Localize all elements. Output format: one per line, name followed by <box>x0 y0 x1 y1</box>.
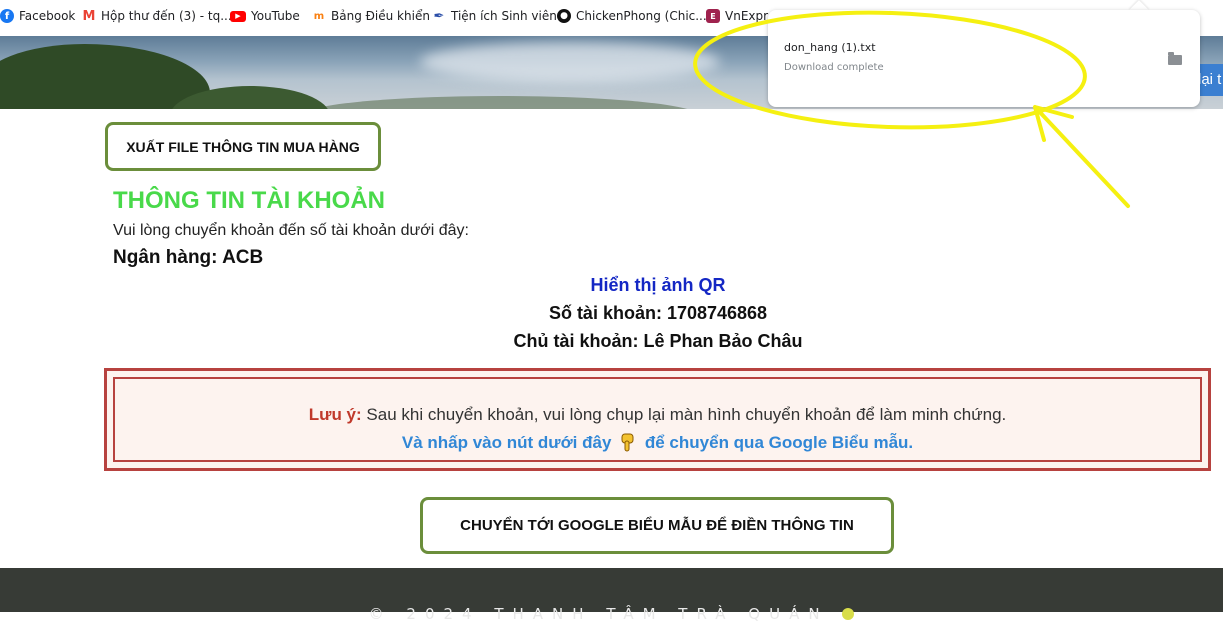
note-label: Lưu ý: <box>308 405 362 424</box>
account-owner: Chủ tài khoản: Lê Phan Bảo Châu <box>513 331 803 351</box>
bank-name: Ngân hàng: ACB <box>113 247 264 268</box>
transfer-instruction: Vui lòng chuyển khoản đến số tài khoản d… <box>113 222 469 239</box>
note-link-text-before: Và nhấp vào nút dưới đây <box>401 433 612 452</box>
note-link-line: Và nhấp vào nút dưới đây để chuyển qua G… <box>115 432 1200 453</box>
highlight-arrow <box>1033 105 1130 208</box>
folder-icon[interactable] <box>1168 52 1182 65</box>
bookmark-facebook[interactable]: f Facebook <box>0 9 75 23</box>
go-to-google-form-button[interactable]: CHUYỂN TỚI GOOGLE BIỂU MẪU ĐỂ ĐIỀN THÔNG… <box>420 497 894 554</box>
note-line: Lưu ý: Sau khi chuyển khoản, vui lòng ch… <box>115 405 1200 425</box>
bookmark-student-utilities[interactable]: ✒ Tiện ích Sinh viên <box>432 8 557 24</box>
moodle-icon: m <box>313 10 325 22</box>
account-info-title: THÔNG TIN TÀI KHOẢN <box>113 187 385 214</box>
youtube-icon: ▶ <box>230 10 246 22</box>
facebook-icon: f <box>0 9 14 23</box>
vnexpress-icon: E <box>706 9 720 23</box>
download-status: Download complete <box>784 62 884 73</box>
show-qr-link[interactable]: Hiển thị ảnh QR <box>0 275 1223 296</box>
bookmark-dashboard[interactable]: m Bảng Điều khiển <box>312 9 430 23</box>
export-purchase-info-button[interactable]: XUẤT FILE THÔNG TIN MUA HÀNG <box>105 122 381 171</box>
account-number: Số tài khoản: 1708746868 <box>548 303 768 323</box>
footer: © 2024 THANH TÂM TRÀ QUÁN <box>0 568 1223 623</box>
download-filename[interactable]: don_hang (1).txt <box>784 41 876 54</box>
download-popup: don_hang (1).txt Download complete <box>768 10 1200 107</box>
github-icon: ● <box>557 9 571 23</box>
note-link-text-after: để chuyển qua Google Biểu mẫu. <box>644 433 914 452</box>
bookmark-youtube[interactable]: ▶ YouTube <box>230 9 300 23</box>
pointing-down-hand-icon <box>621 433 634 452</box>
note-text: Sau khi chuyển khoản, vui lòng chụp lại … <box>366 405 1007 424</box>
feather-icon: ✒ <box>433 8 445 24</box>
bookmark-gmail[interactable]: M Hộp thư đến (3) - tq... <box>82 8 232 24</box>
footer-copyright: © 2024 THANH TÂM TRÀ QUÁN <box>368 605 829 623</box>
gmail-icon: M <box>82 8 96 24</box>
bookmark-github[interactable]: ● ChickenPhong (Chic... <box>557 9 707 23</box>
note-box: Lưu ý: Sau khi chuyển khoản, vui lòng ch… <box>104 368 1211 471</box>
leaf-icon <box>842 608 855 620</box>
